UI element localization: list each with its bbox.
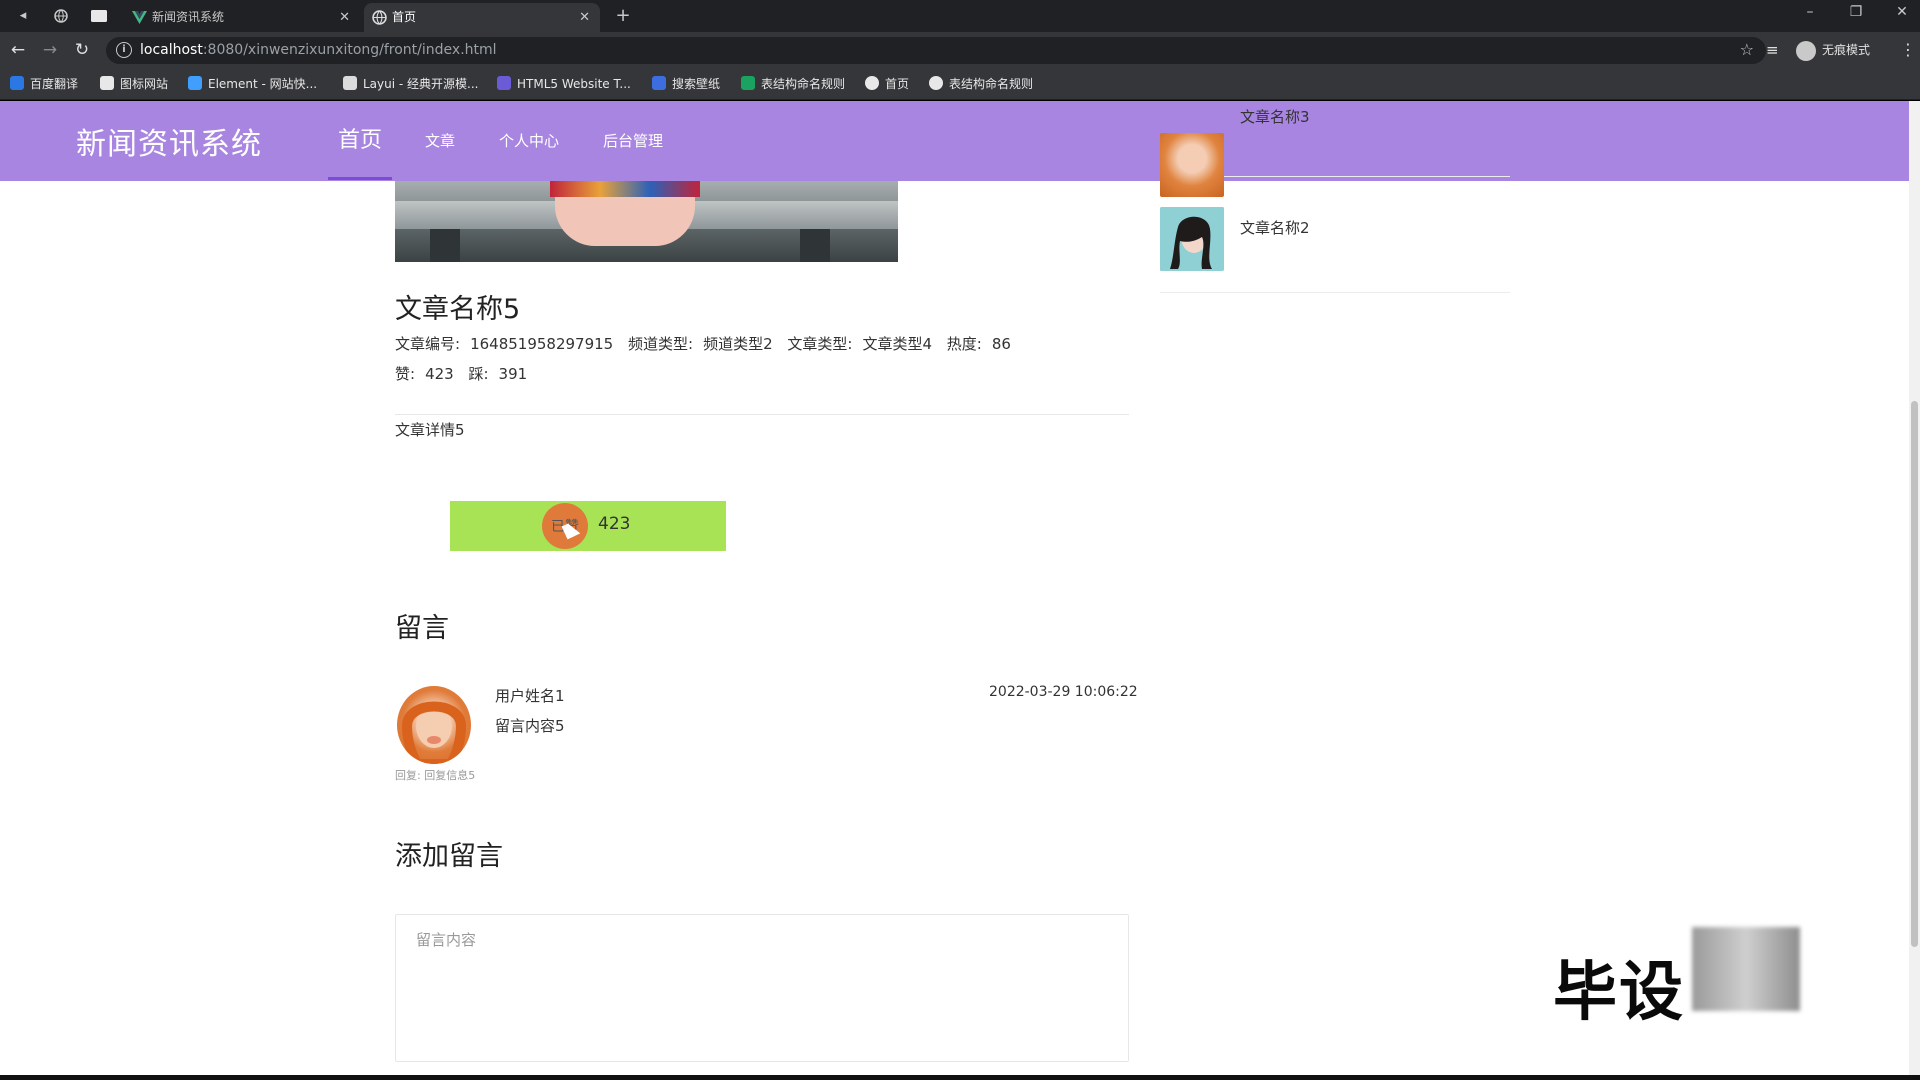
incognito-profile[interactable]: 无痕模式 xyxy=(1796,40,1870,61)
avatar xyxy=(397,686,471,764)
article-thumbnail xyxy=(1160,207,1224,271)
heat-label: 热度: xyxy=(946,335,982,353)
sidebar-article-title: 文章名称3 xyxy=(1240,108,1310,126)
likes-label: 赞: xyxy=(395,365,416,383)
globe-icon xyxy=(865,76,879,90)
flag-icon xyxy=(100,76,114,90)
close-icon[interactable]: ✕ xyxy=(579,3,590,32)
bookmarks-bar: 百度翻译 图标网站 Element - 网站快... Layui - 经典开源模… xyxy=(0,68,1920,100)
channel-value: 频道类型2 xyxy=(703,335,773,353)
tab-search-icon[interactable]: ≡ xyxy=(1766,40,1779,60)
comment-user: 用户姓名1 xyxy=(495,687,565,705)
bookmark-item[interactable]: 百度翻译 xyxy=(10,76,78,92)
translate-icon xyxy=(10,76,24,90)
divider xyxy=(395,414,1129,415)
dislikes-label: 踩: xyxy=(468,365,489,383)
html5-icon xyxy=(497,76,511,90)
dislikes-value: 391 xyxy=(498,365,528,383)
comment-time: 2022-03-29 10:06:22 xyxy=(989,684,1138,700)
sheet-icon xyxy=(741,76,755,90)
bookmark-item[interactable]: 图标网站 xyxy=(100,76,168,92)
tab-audio-icon[interactable]: ◂ xyxy=(12,6,34,26)
tab-title: 新闻资讯系统 xyxy=(152,10,225,24)
site-title[interactable]: 新闻资讯系统 xyxy=(76,119,262,163)
nav-active-indicator xyxy=(328,177,392,180)
nav-articles[interactable]: 文章 xyxy=(418,101,462,181)
comment-textarea[interactable] xyxy=(395,914,1129,1062)
tab-news-system[interactable]: 新闻资讯系统 ✕ xyxy=(124,3,360,32)
nav-home[interactable]: 首页 xyxy=(328,101,392,181)
page-viewport: 新闻资讯系统 首页 文章 个人中心 后台管理 文章名称5 文章编号: 164851… xyxy=(0,101,1920,1075)
likes-value: 423 xyxy=(425,365,454,383)
window-icon[interactable] xyxy=(88,6,110,26)
bookmark-item[interactable]: 首页 xyxy=(865,76,909,92)
site-header: 新闻资讯系统 首页 文章 个人中心 后台管理 xyxy=(0,101,1909,181)
globe-icon xyxy=(929,76,943,90)
vue-icon xyxy=(132,11,147,24)
article-title: 文章名称5 xyxy=(395,294,521,325)
comment-reply: 回复: 回复信息5 xyxy=(395,769,476,782)
article-votes-line: 赞: 423 踩: 391 xyxy=(395,363,537,384)
element-icon xyxy=(188,76,202,90)
like-button[interactable]: 已赞 423 xyxy=(450,501,726,551)
bookmark-star-icon[interactable]: ☆ xyxy=(1740,40,1754,59)
sidebar-article-title: 文章名称2 xyxy=(1240,219,1310,237)
back-arrow-icon[interactable]: ← xyxy=(8,40,28,60)
bookmark-item[interactable]: 搜索壁纸 xyxy=(652,76,720,92)
close-window-icon[interactable]: ✕ xyxy=(1892,4,1912,20)
nav-profile[interactable]: 个人中心 xyxy=(492,101,566,181)
url-text[interactable]: localhost:8080/xinwenzixunxitong/front/i… xyxy=(140,37,497,64)
article-number: 164851958297915 xyxy=(470,335,614,353)
more-menu-icon[interactable]: ⋮ xyxy=(1900,40,1916,60)
watermark: 毕设 xyxy=(1553,956,1685,1030)
wallpaper-icon xyxy=(652,76,666,90)
layui-icon xyxy=(343,76,357,90)
reload-icon[interactable]: ↻ xyxy=(72,40,92,60)
address-bar[interactable]: i localhost:8080/xinwenzixunxitong/front… xyxy=(106,37,1766,64)
sidebar-article-item[interactable]: 文章名称2 xyxy=(1160,187,1510,293)
comment-content: 留言内容5 xyxy=(495,717,565,735)
screen-bottom-edge xyxy=(0,1075,1920,1080)
heat-value: 86 xyxy=(991,335,1011,353)
tab-title: 首页 xyxy=(392,10,417,24)
restore-icon[interactable]: ❐ xyxy=(1846,4,1866,20)
browser-tab-strip: ◂ 新闻资讯系统 ✕ 首页 ✕ + – ❐ ✕ xyxy=(0,0,1920,32)
minimize-icon[interactable]: – xyxy=(1800,4,1820,20)
comments-section-title: 留言 xyxy=(395,613,449,644)
bookmark-item[interactable]: 表结构命名规则 xyxy=(929,76,1033,92)
type-label: 文章类型: xyxy=(787,335,853,353)
bookmark-item[interactable]: Element - 网站快... xyxy=(188,76,317,92)
add-comment-title: 添加留言 xyxy=(395,841,503,872)
new-tab-plus-icon[interactable]: + xyxy=(612,5,634,27)
article-meta-line: 文章编号: 164851958297915 频道类型: 频道类型2 文章类型: 文章类… xyxy=(395,333,1021,354)
nav-admin[interactable]: 后台管理 xyxy=(596,101,670,181)
bookmark-item[interactable]: 表结构命名规则 xyxy=(741,76,845,92)
blurred-region xyxy=(1692,927,1800,1011)
bookmark-item[interactable]: HTML5 Website T... xyxy=(497,76,631,92)
channel-label: 频道类型: xyxy=(628,335,694,353)
close-icon[interactable]: ✕ xyxy=(339,3,350,32)
article-detail: 文章详情5 xyxy=(395,421,465,439)
globe-icon xyxy=(372,10,387,25)
forward-arrow-icon[interactable]: → xyxy=(40,40,60,60)
scrollbar-thumb[interactable] xyxy=(1911,401,1918,947)
tab-home[interactable]: 首页 ✕ xyxy=(364,3,600,32)
sidebar-article-item[interactable]: 文章名称3 xyxy=(1160,101,1510,197)
info-icon[interactable]: i xyxy=(116,42,132,58)
incognito-icon xyxy=(1796,40,1816,61)
globe-icon[interactable] xyxy=(50,6,72,26)
article-image xyxy=(395,181,898,262)
bookmark-item[interactable]: Layui - 经典开源模... xyxy=(343,76,478,92)
page-scrollbar[interactable] xyxy=(1909,101,1920,1075)
like-count: 423 xyxy=(598,514,631,534)
type-value: 文章类型4 xyxy=(862,335,932,353)
browser-toolbar: ← → ↻ i localhost:8080/xinwenzixunxitong… xyxy=(0,32,1920,68)
article-number-label: 文章编号: xyxy=(395,335,461,353)
